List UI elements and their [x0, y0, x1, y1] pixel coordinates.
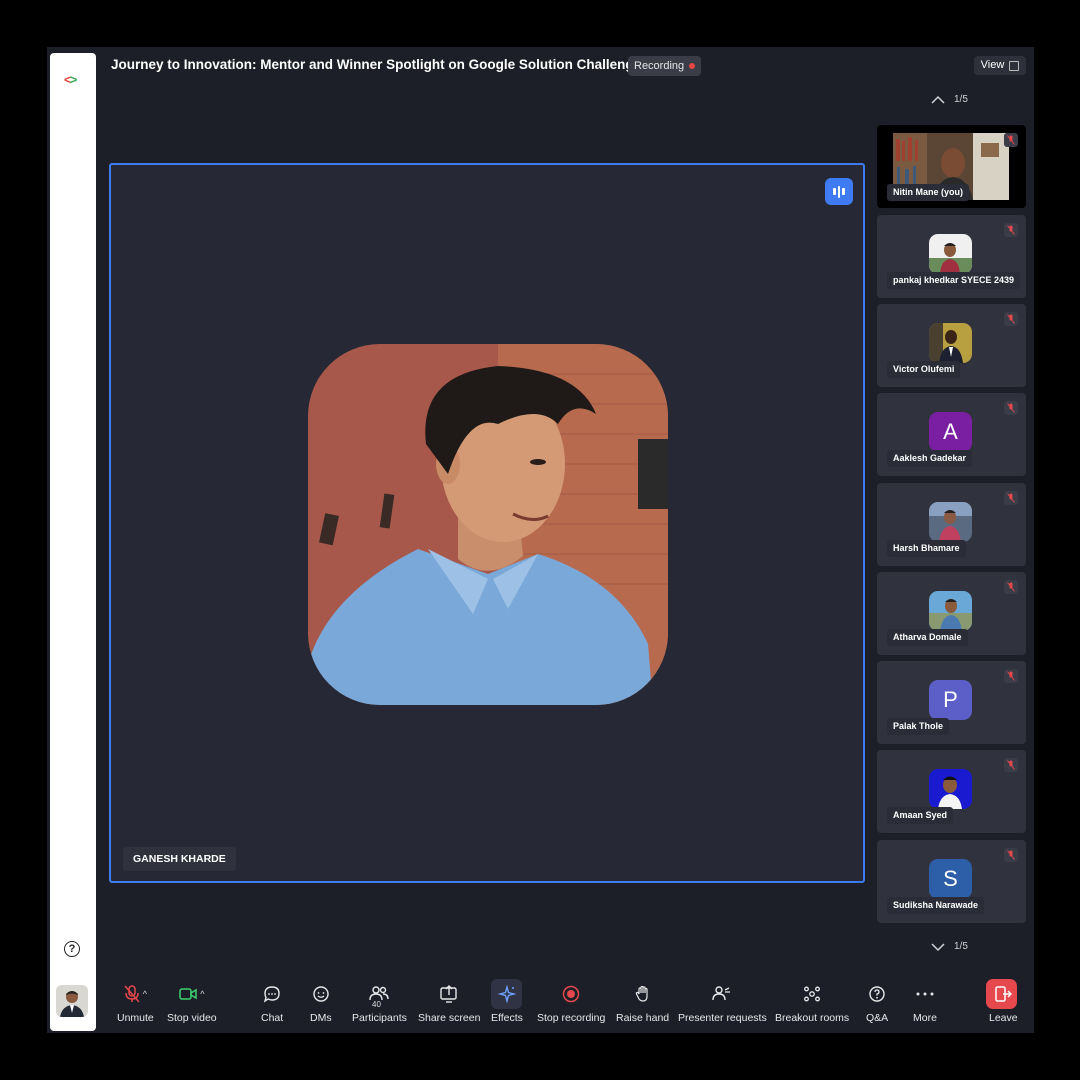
- chevron-up-icon[interactable]: ^: [143, 989, 147, 999]
- qa-icon: [869, 986, 885, 1002]
- mic-muted-icon: [1004, 223, 1018, 237]
- participant-avatar: [929, 769, 972, 809]
- layout-icon: [1009, 60, 1020, 71]
- participant-tile[interactable]: Victor Olufemi: [877, 304, 1026, 387]
- participant-tile[interactable]: Amaan Syed: [877, 750, 1026, 833]
- recording-badge: Recording: [628, 56, 702, 76]
- participant-tile[interactable]: A Aaklesh Gadekar: [877, 393, 1026, 476]
- breakout-icon: [804, 986, 821, 1002]
- help-icon[interactable]: ?: [64, 941, 80, 957]
- chevron-up-icon[interactable]: [930, 95, 946, 105]
- raise-hand-button[interactable]: Raise hand: [616, 983, 669, 1024]
- dms-button[interactable]: DMs: [310, 983, 332, 1024]
- breakout-rooms-button[interactable]: Breakout rooms: [775, 983, 849, 1024]
- avatar[interactable]: [56, 985, 88, 1017]
- qa-label: Q&A: [866, 1012, 889, 1024]
- share-screen-label: Share screen: [418, 1012, 481, 1024]
- participant-tile[interactable]: P Palak Thole: [877, 661, 1026, 744]
- pager-up[interactable]: 1/5: [930, 94, 968, 105]
- mic-muted-icon: [1004, 580, 1018, 594]
- view-button[interactable]: View: [974, 56, 1026, 75]
- meeting-title: Journey to Innovation: Mentor and Winner…: [111, 57, 642, 72]
- participant-name: Amaan Syed: [887, 807, 954, 824]
- participants-count-badge: 40: [370, 1000, 383, 1009]
- participant-name: Aaklesh Gadekar: [887, 450, 973, 467]
- audio-level-icon: [825, 178, 853, 205]
- participant-tile-self[interactable]: Nitin Mane (you): [877, 125, 1026, 208]
- sparkle-icon: [497, 985, 516, 1003]
- unmute-label: Unmute: [117, 1012, 154, 1024]
- mic-muted-icon: [1004, 133, 1018, 147]
- raise-hand-label: Raise hand: [616, 1012, 670, 1024]
- more-label: More: [913, 1012, 937, 1024]
- participant-name: Victor Olufemi: [887, 361, 961, 378]
- share-screen-button[interactable]: Share screen: [418, 983, 480, 1024]
- breakout-rooms-label: Breakout rooms: [775, 1012, 850, 1024]
- participant-name: Nitin Mane (you): [887, 184, 969, 201]
- participant-tile[interactable]: Harsh Bhamare: [877, 483, 1026, 566]
- effects-button[interactable]: Effects: [491, 983, 523, 1024]
- chevron-down-icon[interactable]: [930, 942, 946, 952]
- participant-name: Palak Thole: [887, 718, 950, 735]
- participant-avatar: [929, 502, 972, 542]
- speaker-photo: [308, 344, 668, 705]
- participant-tile[interactable]: pankaj khedkar SYECE 2439: [877, 215, 1026, 298]
- participant-tile[interactable]: Atharva Domale: [877, 572, 1026, 655]
- more-icon: [916, 992, 934, 996]
- leave-button[interactable]: Leave: [989, 983, 1018, 1024]
- participant-name: Sudiksha Narawade: [887, 897, 985, 914]
- presenter-icon: [712, 986, 731, 1001]
- mic-muted-icon: [1004, 401, 1018, 415]
- participant-name: Harsh Bhamare: [887, 540, 966, 557]
- left-rail: [50, 53, 96, 1031]
- chevron-up-icon[interactable]: ^: [200, 989, 204, 999]
- camera-icon: [179, 988, 197, 1000]
- chat-icon: [263, 986, 280, 1003]
- recording-label: Recording: [634, 60, 685, 72]
- qa-button[interactable]: Q&A: [866, 983, 888, 1024]
- leave-icon: [995, 986, 1013, 1002]
- mic-muted-icon: [1004, 669, 1018, 683]
- presenter-requests-button[interactable]: Presenter requests: [678, 983, 767, 1024]
- stop-recording-button[interactable]: Stop recording: [537, 983, 605, 1024]
- stop-video-label: Stop video: [167, 1012, 217, 1024]
- page-indicator-top: 1/5: [954, 94, 968, 105]
- participant-name: Atharva Domale: [887, 629, 968, 646]
- more-button[interactable]: More: [913, 983, 937, 1024]
- stop-video-button[interactable]: ^ Stop video: [167, 983, 217, 1024]
- participant-avatar-letter: S: [929, 859, 972, 899]
- page-indicator-bottom: 1/5: [954, 941, 968, 952]
- view-label: View: [980, 59, 1005, 71]
- unmute-button[interactable]: ^ Unmute: [117, 983, 154, 1024]
- chat-button[interactable]: Chat: [261, 983, 283, 1024]
- mic-muted-icon: [1004, 758, 1018, 772]
- participant-avatar: [929, 591, 972, 631]
- record-icon: [562, 985, 580, 1003]
- mic-muted-icon: [1004, 312, 1018, 326]
- app-logo-icon[interactable]: <>: [64, 72, 77, 87]
- hand-icon: [635, 985, 648, 1002]
- mic-off-icon: [124, 985, 140, 1003]
- presenter-requests-label: Presenter requests: [678, 1012, 767, 1024]
- share-screen-icon: [440, 985, 457, 1003]
- dms-label: DMs: [310, 1012, 332, 1024]
- participant-avatar: [929, 234, 972, 274]
- participant-avatar-letter: P: [929, 680, 972, 720]
- leave-label: Leave: [989, 1012, 1018, 1024]
- speaker-name-tag: GANESH KHARDE: [123, 847, 236, 871]
- participant-avatar-letter: A: [929, 412, 972, 452]
- pager-down[interactable]: 1/5: [930, 941, 968, 952]
- chat-label: Chat: [261, 1012, 284, 1024]
- recording-dot-icon: [689, 63, 696, 69]
- participant-avatar: [929, 323, 972, 363]
- stop-recording-label: Stop recording: [537, 1012, 606, 1024]
- participants-label: Participants: [352, 1012, 407, 1024]
- participant-name: pankaj khedkar SYECE 2439: [887, 272, 1021, 289]
- effects-label: Effects: [491, 1012, 523, 1024]
- mic-muted-icon: [1004, 848, 1018, 862]
- participant-tile[interactable]: S Sudiksha Narawade: [877, 840, 1026, 923]
- mic-muted-icon: [1004, 491, 1018, 505]
- dm-icon: [313, 986, 329, 1002]
